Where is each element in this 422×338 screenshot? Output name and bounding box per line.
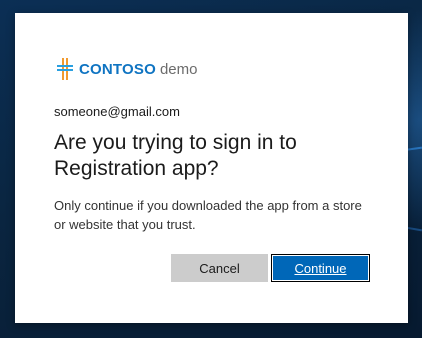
background-accent-line bbox=[405, 226, 422, 232]
cancel-button[interactable]: Cancel bbox=[171, 254, 268, 282]
dialog-title: Are you trying to sign in to Registratio… bbox=[54, 131, 297, 180]
cross-logo-icon bbox=[56, 57, 74, 81]
dialog-description: Only continue if you downloaded the app … bbox=[54, 198, 362, 232]
brand-suffix: demo bbox=[159, 60, 198, 78]
account-email: someone@gmail.com bbox=[54, 104, 180, 119]
brand-header: CONTOSO demo bbox=[56, 57, 198, 81]
continue-button[interactable]: Continue bbox=[271, 254, 370, 282]
brand-name: CONTOSO bbox=[79, 60, 156, 78]
sign-in-dialog: CONTOSO demo someone@gmail.com Are you t… bbox=[15, 13, 408, 323]
